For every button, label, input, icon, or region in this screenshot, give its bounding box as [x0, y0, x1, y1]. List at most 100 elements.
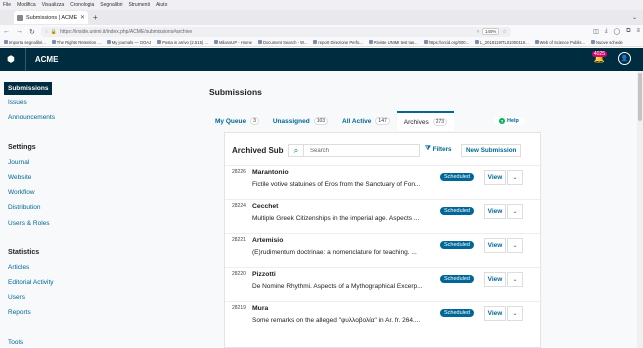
view-button[interactable]: View: [484, 272, 506, 287]
user-avatar-icon[interactable]: 👤: [618, 52, 631, 65]
zoom-level[interactable]: 140%: [481, 28, 500, 35]
expand-chevron-icon[interactable]: ⌄: [507, 170, 523, 185]
submission-title[interactable]: Multiple Greek Citizenships in the imper…: [252, 215, 432, 222]
sidebar-item-tools[interactable]: Tools: [8, 339, 23, 346]
browser-tab[interactable]: Submissions | ACME ✕: [14, 11, 88, 24]
sidebar-item-workflow[interactable]: Workflow: [8, 189, 35, 196]
journal-context-name[interactable]: ACME: [35, 55, 59, 64]
url-text[interactable]: https://inside.unimi.it/index.php/ACME/s…: [60, 29, 474, 35]
bookmark-item[interactable]: My journals — OOAJ: [106, 40, 151, 45]
expand-chevron-icon[interactable]: ⌄: [507, 238, 523, 253]
extensions-icon[interactable]: ⧉: [626, 28, 630, 35]
browser-menu-item[interactable]: File: [3, 2, 11, 8]
bookmark-icon: [368, 40, 373, 44]
filters-label: Filters: [432, 145, 452, 153]
back-icon[interactable]: ←: [3, 28, 10, 35]
submission-author[interactable]: Cecchet: [252, 203, 278, 210]
tab-list-icon[interactable]: ⌄: [632, 14, 637, 21]
dashboard-icon[interactable]: ⬢: [7, 54, 15, 65]
submission-author[interactable]: Mura: [252, 305, 268, 312]
bookmark-item[interactable]: Riviste UNIMI test tas...: [368, 39, 418, 45]
bookmark-item[interactable]: The Rights Retention ...: [51, 40, 101, 45]
expand-chevron-icon[interactable]: ⌄: [507, 272, 523, 287]
submission-title[interactable]: (E)rudimentum doctrinae: a nomenclature …: [252, 249, 432, 256]
address-bar[interactable]: ◌ 🔒 https://inside.unimi.it/index.php/AC…: [40, 26, 511, 37]
submission-title[interactable]: Some remarks on the alleged "φυλλοβολία"…: [252, 317, 432, 324]
expand-chevron-icon[interactable]: ⌄: [507, 306, 523, 321]
bookmark-icon: [534, 40, 539, 44]
bookmark-item[interactable]: MilanoUP - Home: [213, 40, 252, 45]
submission-author[interactable]: Marantonio: [252, 169, 289, 176]
bookmark-item[interactable]: L_2018119ITL01000110...: [475, 40, 529, 45]
submission-row[interactable]: 28219 Mura Some remarks on the alleged "φυ…: [225, 301, 542, 333]
browser-menu-item[interactable]: Strumenti: [129, 2, 150, 8]
help-icon: ?: [499, 118, 505, 124]
bookmarks-bar: Importa segnalibri... The Rights Retentio…: [0, 38, 643, 47]
browser-menu-item[interactable]: Modifica: [17, 2, 36, 8]
submission-title[interactable]: Fictile votive statuines of Eros from th…: [252, 181, 432, 188]
forward-icon[interactable]: →: [16, 28, 23, 35]
new-submission-button[interactable]: New Submission: [461, 144, 522, 157]
sidebar-item-issues[interactable]: Issues: [8, 99, 27, 106]
bookmark-item[interactable]: report Direzione Perfo...: [313, 40, 363, 45]
account-icon[interactable]: ◯: [613, 28, 620, 35]
view-button[interactable]: View: [484, 238, 506, 253]
new-tab-icon[interactable]: +: [93, 13, 98, 22]
bookmark-item[interactable]: Nuove schede: [590, 40, 623, 45]
pocket-icon[interactable]: ◫: [593, 28, 599, 35]
sidebar-item-editorial-activity[interactable]: Editorial Activity: [8, 279, 54, 286]
download-icon[interactable]: ⤓: [605, 28, 608, 35]
bookmark-item[interactable]: https://orcid.org/000...: [423, 40, 469, 45]
reload-icon[interactable]: ↻: [29, 28, 35, 36]
tab-archives[interactable]: Archives 273: [396, 111, 455, 131]
sidebar-item-website[interactable]: Website: [8, 174, 31, 181]
submission-id: 28226: [232, 169, 246, 175]
search-icon[interactable]: ⌕: [288, 144, 303, 157]
filters-button[interactable]: ⧩ Filters: [425, 145, 452, 153]
submission-row[interactable]: 28226 Marantonio Fictile votive statuines …: [225, 165, 542, 197]
bookmark-label: Riviste UNIMI test tas...: [373, 39, 418, 45]
sidebar-item-users-roles[interactable]: Users & Roles: [8, 220, 50, 227]
help-button[interactable]: ? Help: [494, 117, 524, 125]
tab-title: Submissions | ACME: [26, 14, 77, 21]
sidebar-item-articles[interactable]: Articles: [8, 264, 29, 271]
close-tab-icon[interactable]: ✕: [80, 14, 85, 21]
bookmark-item[interactable]: Web of Science Publis...: [534, 40, 585, 45]
browser-menu-item[interactable]: Aiuto: [156, 2, 167, 8]
browser-menu-item[interactable]: Segnalibri: [100, 2, 122, 8]
page-title: Submissions: [209, 87, 262, 97]
submission-row[interactable]: 28221 Artemisio (E)rudimentum doctrinae: a…: [225, 233, 542, 265]
tab-count-badge: 273: [432, 118, 448, 126]
view-button[interactable]: View: [484, 306, 506, 321]
browser-menu-item[interactable]: Visualizza: [42, 2, 64, 8]
bookmark-item[interactable]: Document Search - W...: [257, 40, 307, 45]
menu-icon[interactable]: ≡: [636, 28, 640, 35]
tab-unassigned[interactable]: Unassigned 103: [266, 111, 335, 131]
view-button[interactable]: View: [484, 170, 506, 185]
submission-title[interactable]: De Nomine Rhythmi. Aspects of a Mythogra…: [252, 283, 432, 290]
submission-row[interactable]: 28224 Cecchet Multiple Greek Citizenships …: [225, 199, 542, 231]
submission-author[interactable]: Pizzotti: [252, 271, 276, 278]
sidebar-item-journal[interactable]: Journal: [8, 159, 29, 166]
sidebar-item-reports[interactable]: Reports: [8, 309, 31, 316]
tab-all-active[interactable]: All Active 147: [335, 111, 397, 131]
lock-icon: 🔒: [50, 28, 58, 35]
bookmark-star-icon[interactable]: ☆: [502, 29, 506, 35]
view-button[interactable]: View: [484, 204, 506, 219]
submission-author[interactable]: Artemisio: [252, 237, 283, 244]
bookmark-item[interactable]: Importa segnalibri...: [4, 40, 46, 45]
scrollbar-thumb[interactable]: [638, 73, 642, 121]
status-badge: Scheduled: [440, 275, 474, 283]
translate-icon[interactable]: ᵡ: [477, 29, 479, 35]
expand-chevron-icon[interactable]: ⌄: [507, 204, 523, 219]
search-input[interactable]: [303, 144, 420, 157]
browser-menu-item[interactable]: Cronologia: [70, 2, 94, 8]
tab-count-badge: 147: [375, 117, 390, 125]
bookmark-item[interactable]: Posta in arrivo (2.515) ...: [157, 40, 208, 45]
tab-my-queue[interactable]: My Queue 3: [208, 111, 266, 131]
sidebar-item-submissions[interactable]: Submissions: [4, 82, 52, 95]
submission-row[interactable]: 28220 Pizzotti De Nomine Rhythmi. Aspects …: [225, 267, 542, 299]
sidebar-item-announcements[interactable]: Announcements: [8, 114, 55, 121]
sidebar-item-users[interactable]: Users: [8, 294, 25, 301]
sidebar-item-distribution[interactable]: Distribution: [8, 204, 41, 211]
